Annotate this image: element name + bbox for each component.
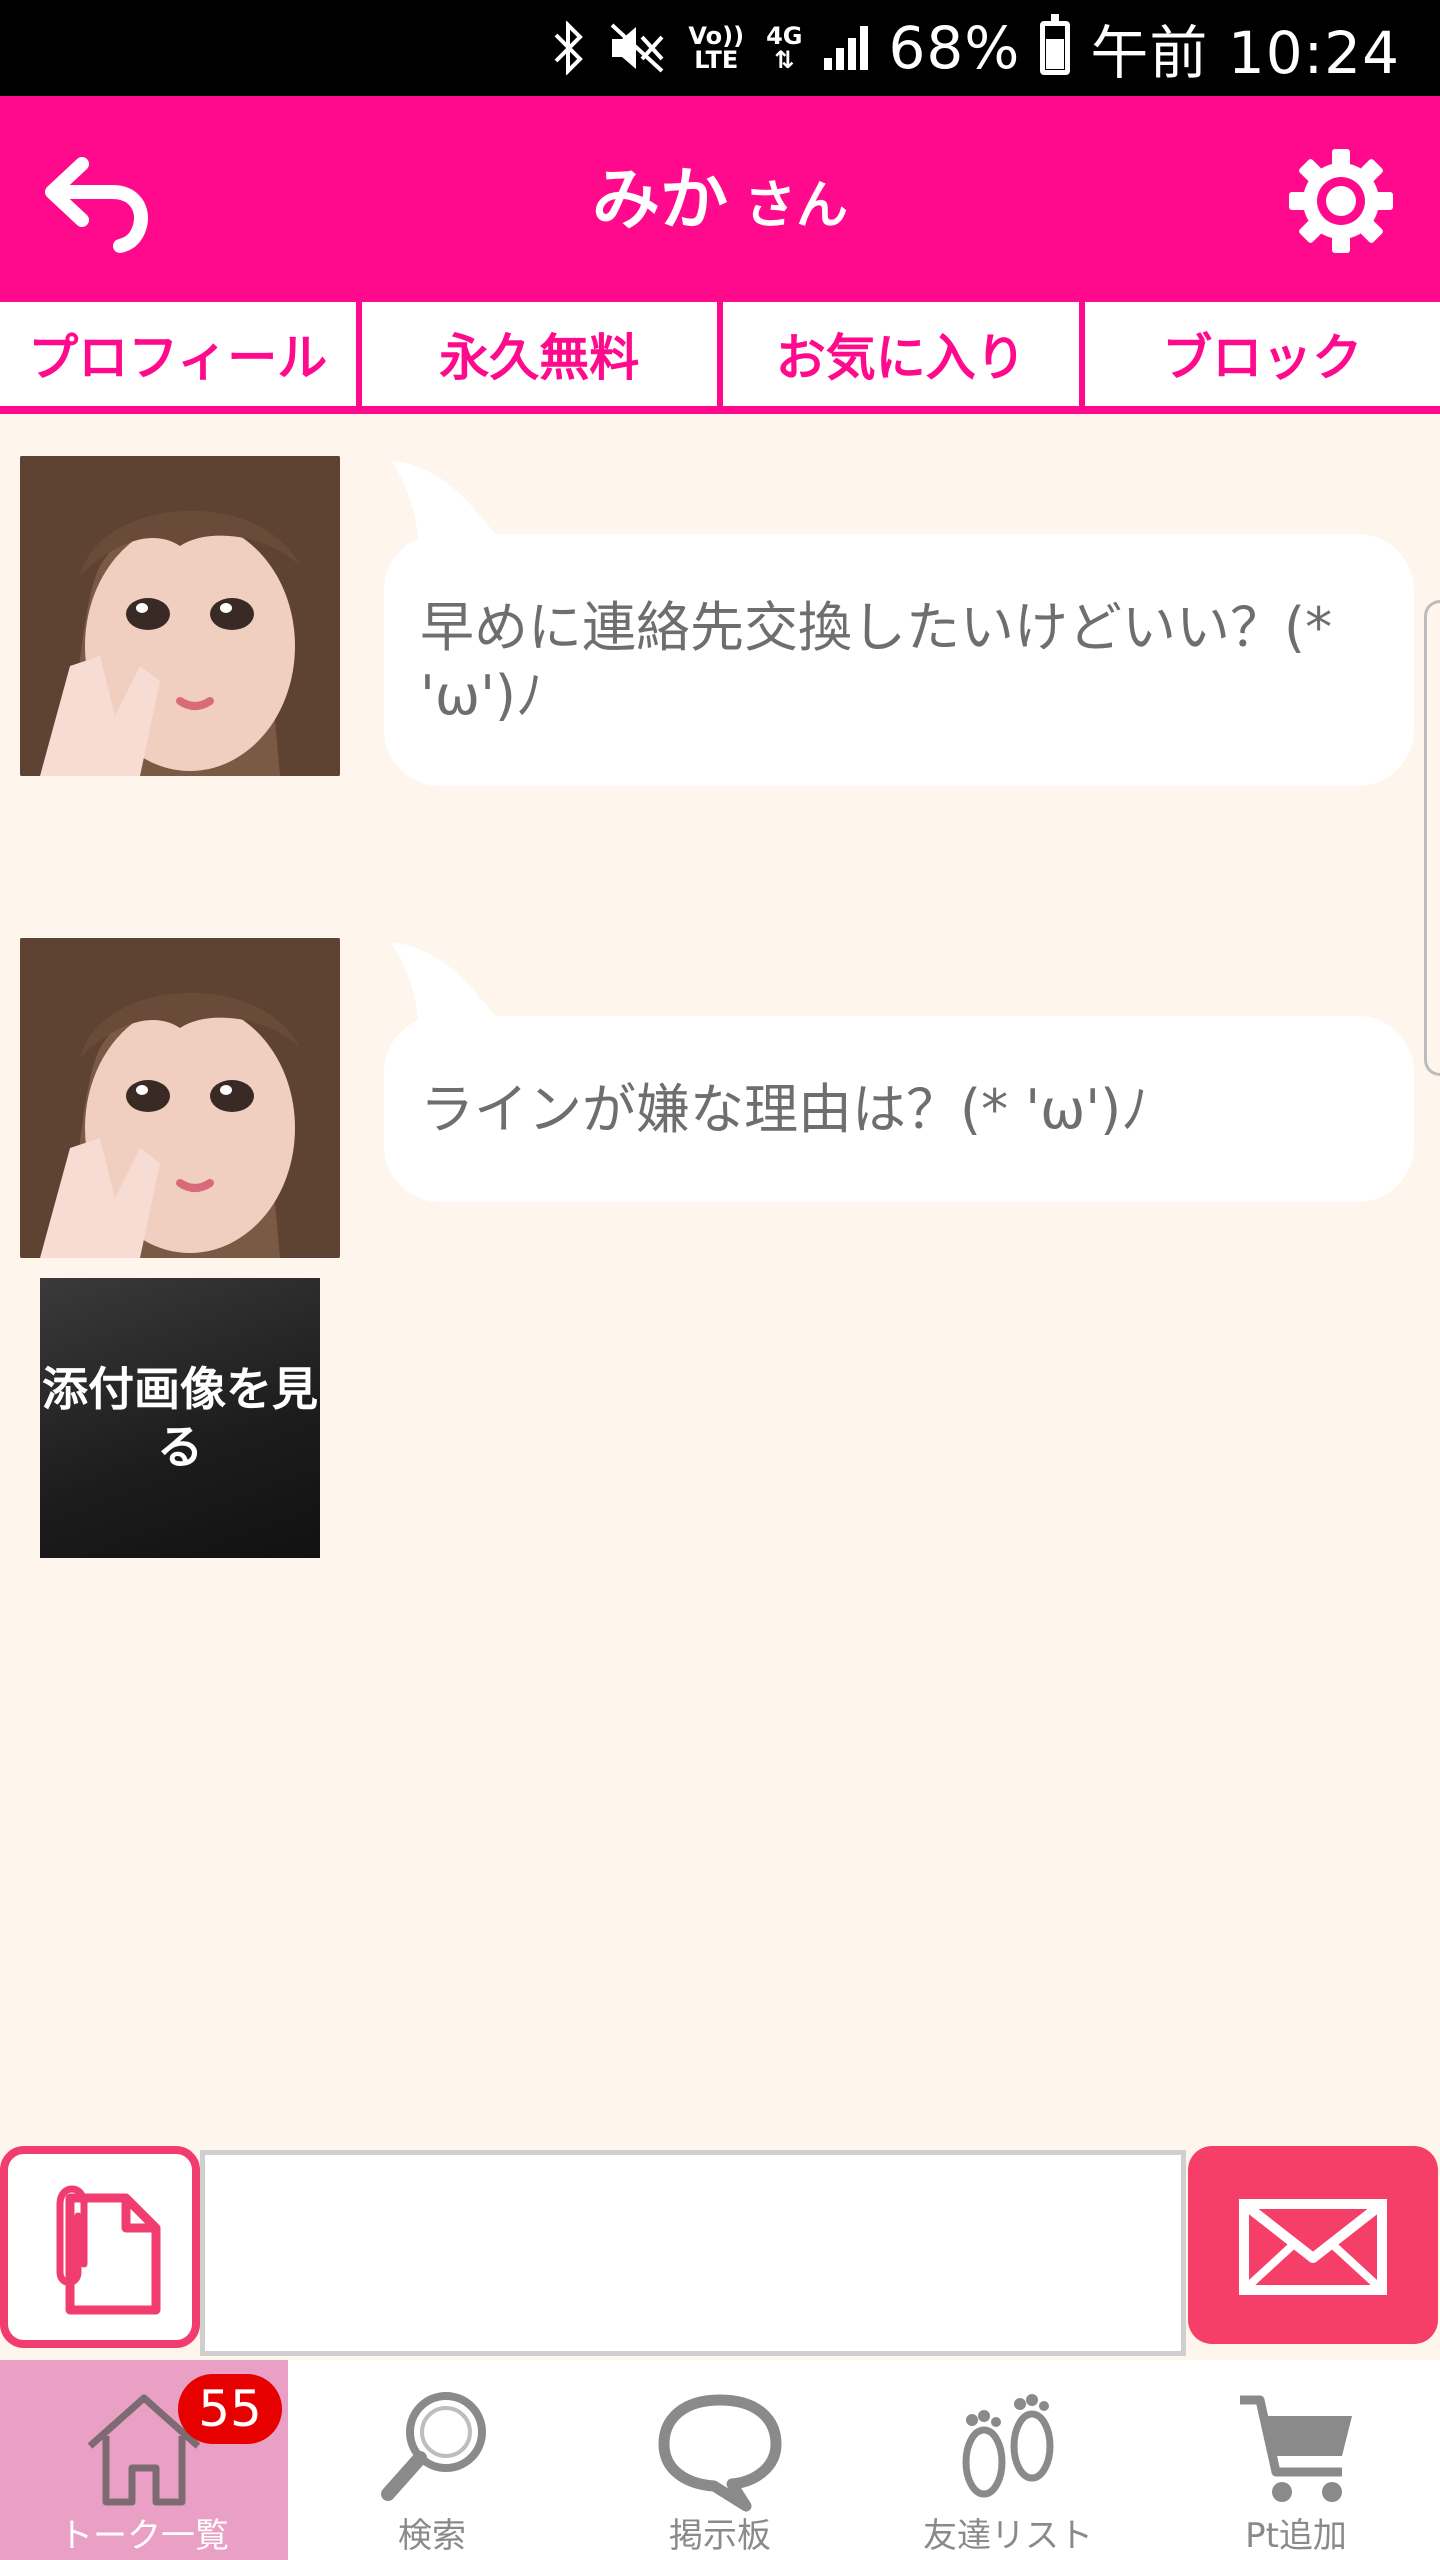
mute-icon — [611, 23, 664, 73]
status-time: 午前 10:24 — [1090, 19, 1400, 87]
footprints-icon — [962, 2394, 1054, 2498]
attach-file-button[interactable] — [0, 2146, 200, 2348]
view-attachment-button[interactable]: 添付画像を見る — [40, 1278, 320, 1558]
nav-label: トーク一覧 — [59, 2516, 229, 2556]
bottom-nav: 55 トーク一覧 検索 掲示板 友達リスト Pt追加 — [0, 2360, 1440, 2560]
nav-search[interactable]: 検索 — [288, 2360, 576, 2560]
chat-bubble-icon — [658, 2394, 782, 2512]
chat-header: みか さん — [0, 96, 1440, 302]
volte-icon: Vo)) LTE — [688, 22, 745, 74]
message-item: 早めに連絡先交換したいけどいい？(* 'ω')ﾉ — [0, 456, 1440, 786]
4g-icon: 4G ⇅ — [766, 22, 803, 74]
message-item: ラインが嫌な理由は？(* 'ω')ﾉ — [0, 938, 1440, 1268]
gear-icon — [1289, 149, 1393, 253]
message-input[interactable] — [200, 2150, 1186, 2356]
status-bar: Vo)) LTE 4G ⇅ 68% 午前 10:24 — [0, 0, 1440, 96]
bluetooth-icon — [554, 21, 584, 75]
name-suffix: さん — [744, 176, 849, 236]
avatar[interactable] — [20, 938, 340, 1258]
message-composer — [0, 2146, 1440, 2358]
unread-badge: 55 — [178, 2374, 282, 2444]
tab-block[interactable]: ブロック — [1084, 302, 1440, 406]
page-title: みか さん — [0, 144, 1440, 243]
cart-icon — [1240, 2395, 1352, 2502]
contact-name: みか — [591, 161, 728, 240]
signal-icon — [824, 26, 869, 70]
tab-bar: プロフィール 永久無料 お気に入り ブロック — [0, 302, 1440, 414]
nav-label: Pt追加 — [1245, 2516, 1347, 2556]
battery-icon — [1040, 14, 1071, 75]
nav-label: 掲示板 — [669, 2516, 771, 2556]
send-button[interactable] — [1188, 2146, 1438, 2344]
avatar-photo — [20, 456, 340, 776]
status-icons: Vo)) LTE 4G ⇅ — [552, 21, 869, 75]
avatar[interactable] — [20, 456, 340, 776]
nav-bulletin-board[interactable]: 掲示板 — [576, 2360, 864, 2560]
nav-label: 検索 — [398, 2516, 466, 2556]
nav-add-points[interactable]: Pt追加 — [1152, 2360, 1440, 2560]
tab-favorite[interactable]: お気に入り — [723, 302, 1079, 406]
nav-talk-list[interactable]: 55 トーク一覧 — [0, 2360, 288, 2560]
paperclip-file-icon — [56, 2185, 161, 2315]
edge-drawer-handle[interactable] — [1424, 600, 1440, 1076]
nav-friend-list[interactable]: 友達リスト — [864, 2360, 1152, 2560]
message-bubble: ラインが嫌な理由は？(* 'ω')ﾉ — [384, 1016, 1414, 1202]
avatar-photo — [20, 938, 340, 1258]
tab-permanent-free[interactable]: 永久無料 — [361, 302, 717, 406]
status-right: Vo)) LTE 4G ⇅ 68% 午前 10:24 — [552, 0, 1400, 96]
message-bubble: 早めに連絡先交換したいけどいい？(* 'ω')ﾉ — [384, 534, 1414, 786]
search-icon — [381, 2392, 486, 2501]
nav-label: 友達リスト — [923, 2516, 1093, 2556]
envelope-icon — [1239, 2199, 1387, 2295]
battery-percent: 68% — [888, 14, 1021, 82]
settings-button[interactable] — [1286, 146, 1396, 256]
tab-profile[interactable]: プロフィール — [0, 302, 356, 406]
